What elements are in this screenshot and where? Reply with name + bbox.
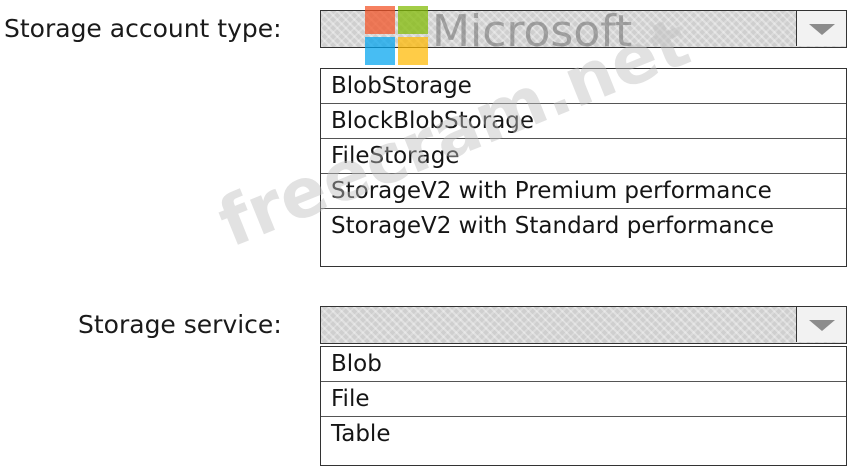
option-table[interactable]: Table xyxy=(321,417,846,452)
option-filestorage[interactable]: FileStorage xyxy=(321,139,846,174)
logo-square-red xyxy=(365,6,395,34)
storage-service-label: Storage service: xyxy=(78,310,282,339)
storage-account-type-label: Storage account type: xyxy=(4,14,282,43)
option-storagev2-premium[interactable]: StorageV2 with Premium performance xyxy=(321,174,846,209)
option-blob[interactable]: Blob xyxy=(321,347,846,382)
chevron-down-icon xyxy=(808,23,835,35)
storage-service-options: Blob File Table xyxy=(320,346,847,466)
microsoft-watermark-text: Microsoft xyxy=(432,6,633,57)
logo-square-yellow xyxy=(398,37,428,65)
logo-square-blue xyxy=(365,37,395,65)
storage-service-dropdown[interactable] xyxy=(320,306,847,344)
microsoft-logo-icon xyxy=(365,6,429,66)
option-file[interactable]: File xyxy=(321,382,846,417)
chevron-down-icon xyxy=(808,319,835,331)
storage-account-type-dropdown-button[interactable] xyxy=(796,11,846,46)
storage-service-dropdown-button[interactable] xyxy=(796,307,846,342)
logo-square-green xyxy=(398,6,428,34)
option-blockblobstorage[interactable]: BlockBlobStorage xyxy=(321,104,846,139)
option-blobstorage[interactable]: BlobStorage xyxy=(321,69,846,104)
option-storagev2-standard[interactable]: StorageV2 with Standard performance xyxy=(321,209,846,244)
storage-account-type-options: BlobStorage BlockBlobStorage FileStorage… xyxy=(320,68,847,267)
